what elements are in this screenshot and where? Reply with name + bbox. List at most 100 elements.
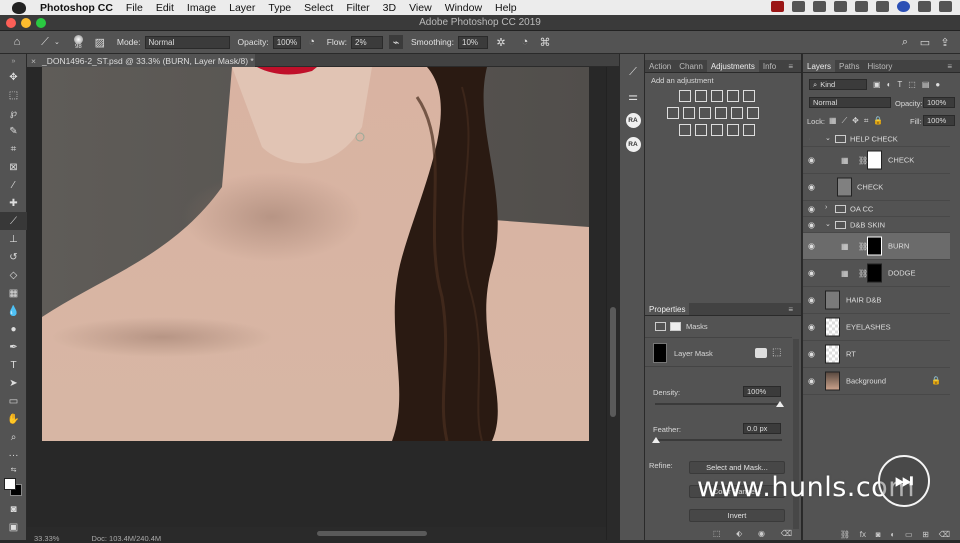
density-field[interactable]: 100% xyxy=(743,386,781,397)
layer-thumbnail[interactable] xyxy=(825,344,840,364)
marquee-tool-icon[interactable]: ⬚ xyxy=(0,86,27,104)
list-icon[interactable] xyxy=(939,1,952,12)
pen-tool-icon[interactable]: ✒ xyxy=(0,338,27,356)
healing-brush-icon[interactable]: ✚ xyxy=(0,194,27,212)
vertical-scroll-thumb[interactable] xyxy=(610,307,616,417)
layer-mask-thumbnail[interactable] xyxy=(867,236,882,256)
zoom-tool-icon[interactable]: ⌕ xyxy=(0,428,27,446)
eye-icon[interactable]: ◉ xyxy=(808,156,815,165)
more-tools-icon[interactable]: ··· xyxy=(0,446,27,464)
image-canvas[interactable] xyxy=(42,67,589,441)
lasso-tool-icon[interactable]: ℘ xyxy=(0,104,27,122)
color-swatches[interactable] xyxy=(0,476,26,500)
new-adjustment-icon[interactable]: ◐ xyxy=(890,530,895,539)
layer-thumbnail[interactable] xyxy=(825,371,840,391)
color-lookup-icon[interactable] xyxy=(747,107,759,119)
eyedropper-tool-icon[interactable]: ⁄ xyxy=(0,176,27,194)
flow-field[interactable]: 2% xyxy=(351,35,383,49)
layer-row[interactable]: ◉ HAIR D&B xyxy=(803,287,950,314)
select-pixel-mask-icon[interactable] xyxy=(755,348,767,358)
eye-icon[interactable]: ◉ xyxy=(808,350,815,359)
filter-pixel-icon[interactable]: ▣ xyxy=(873,80,881,89)
curves-icon[interactable] xyxy=(711,90,723,102)
toolbar-grip[interactable]: » xyxy=(0,54,27,68)
chevron-right-icon[interactable]: › xyxy=(825,204,827,211)
battery-icon[interactable] xyxy=(855,1,868,12)
home-icon[interactable]: ⌂ xyxy=(10,35,24,49)
menu-view[interactable]: View xyxy=(409,2,432,14)
density-slider[interactable] xyxy=(655,403,782,405)
eraser-tool-icon[interactable]: ◇ xyxy=(0,266,27,284)
tab-actions[interactable]: Action xyxy=(645,60,675,72)
brush-preset-picker[interactable]: 98 xyxy=(73,34,83,50)
pressure-size-icon[interactable]: ◔ xyxy=(518,35,532,49)
layer-thumbnail[interactable] xyxy=(837,177,852,197)
feather-slider[interactable] xyxy=(655,439,782,441)
layer-row-selected[interactable]: ◉ ▦ ⛓ BURN xyxy=(803,233,950,260)
menu-type[interactable]: Type xyxy=(268,2,291,14)
density-slider-thumb[interactable] xyxy=(776,401,784,407)
add-mask-icon[interactable]: ◙ xyxy=(876,530,881,539)
layer-row[interactable]: ◉ ⌄ D&B SKIN xyxy=(803,217,950,233)
black-white-icon[interactable] xyxy=(699,107,711,119)
tab-layers[interactable]: Layers xyxy=(803,60,836,72)
threshold-icon[interactable] xyxy=(711,124,723,136)
menu-window[interactable]: Window xyxy=(445,2,482,14)
invert-icon[interactable] xyxy=(679,124,691,136)
fill-field[interactable]: 100% xyxy=(923,115,955,126)
menu-filter[interactable]: Filter xyxy=(346,2,369,14)
menu-image[interactable]: Image xyxy=(187,2,216,14)
eye-icon[interactable]: ◉ xyxy=(808,183,815,192)
levels-icon[interactable] xyxy=(695,90,707,102)
volume-icon[interactable] xyxy=(876,1,889,12)
menu-file[interactable]: File xyxy=(126,2,143,14)
filter-smart-icon[interactable]: ▤ xyxy=(922,80,930,89)
eye-icon[interactable]: ◉ xyxy=(808,269,815,278)
layer-row[interactable]: ◉ › OA CC xyxy=(803,201,950,217)
feather-slider-thumb[interactable] xyxy=(652,437,660,443)
layer-mask-thumbnail[interactable] xyxy=(867,263,882,283)
menu-edit[interactable]: Edit xyxy=(156,2,174,14)
gradient-tool-icon[interactable]: ▦ xyxy=(0,284,27,302)
filter-toggle-icon[interactable]: ● xyxy=(935,80,940,89)
brush-settings-icon[interactable]: ▨ xyxy=(93,35,107,49)
gradient-map-icon[interactable] xyxy=(727,124,739,136)
smoothing-field[interactable]: 10% xyxy=(458,35,488,49)
layer-row[interactable]: ◉ CHECK xyxy=(803,174,950,201)
vertical-scrollbar[interactable] xyxy=(606,67,619,540)
exposure-icon[interactable] xyxy=(727,90,739,102)
symmetry-icon[interactable]: ⌘ xyxy=(538,35,552,49)
type-tool-icon[interactable]: T xyxy=(0,356,27,374)
creative-cloud-icon[interactable] xyxy=(813,1,826,12)
tab-properties[interactable]: Properties xyxy=(645,303,690,315)
opacity-field[interactable]: 100% xyxy=(272,35,301,49)
layer-opacity-field[interactable]: 100% xyxy=(923,97,955,108)
swap-colors-icon[interactable]: ⇆ xyxy=(0,464,27,476)
quick-select-tool-icon[interactable]: ✎ xyxy=(0,122,27,140)
chevron-down-icon[interactable]: ⌄ xyxy=(54,38,60,46)
panel-menu-icon[interactable]: ≡ xyxy=(943,60,956,72)
zoom-readout[interactable]: 33.33% xyxy=(34,534,59,543)
foreground-color[interactable] xyxy=(4,478,16,490)
panel-menu-icon[interactable]: ≡ xyxy=(784,303,797,315)
menu-help[interactable]: Help xyxy=(495,2,517,14)
link-layers-icon[interactable]: ⛓ xyxy=(840,530,850,539)
lock-all-icon[interactable]: 🔒 xyxy=(873,116,883,126)
pixel-mask-icon[interactable] xyxy=(655,322,666,331)
brush-settings-icon[interactable]: ⟋ xyxy=(620,60,646,84)
rectangle-tool-icon[interactable]: ▭ xyxy=(0,392,27,410)
sliders-icon[interactable]: ⚌ xyxy=(620,84,646,108)
add-vector-mask-icon[interactable]: ⬚ xyxy=(772,347,781,358)
cloud-icon[interactable] xyxy=(792,1,805,12)
vibrance-icon[interactable] xyxy=(743,90,755,102)
mode-select[interactable]: Normal xyxy=(144,35,230,49)
filter-shape-icon[interactable]: ⬚ xyxy=(908,80,916,89)
doc-size-readout[interactable]: Doc: 103.4M/240.4M xyxy=(92,534,162,543)
eye-icon[interactable]: ◉ xyxy=(808,242,815,251)
chevron-down-icon[interactable]: ⌄ xyxy=(825,134,831,142)
eye-icon[interactable]: ◉ xyxy=(808,377,815,386)
fx-icon[interactable]: fx xyxy=(860,530,866,539)
document-tab[interactable]: × _DON1496-2_ST.psd @ 33.3% (BURN, Layer… xyxy=(27,54,255,67)
workspace-icon[interactable]: ▭ xyxy=(918,35,932,49)
new-layer-icon[interactable]: ⊞ xyxy=(922,530,929,539)
